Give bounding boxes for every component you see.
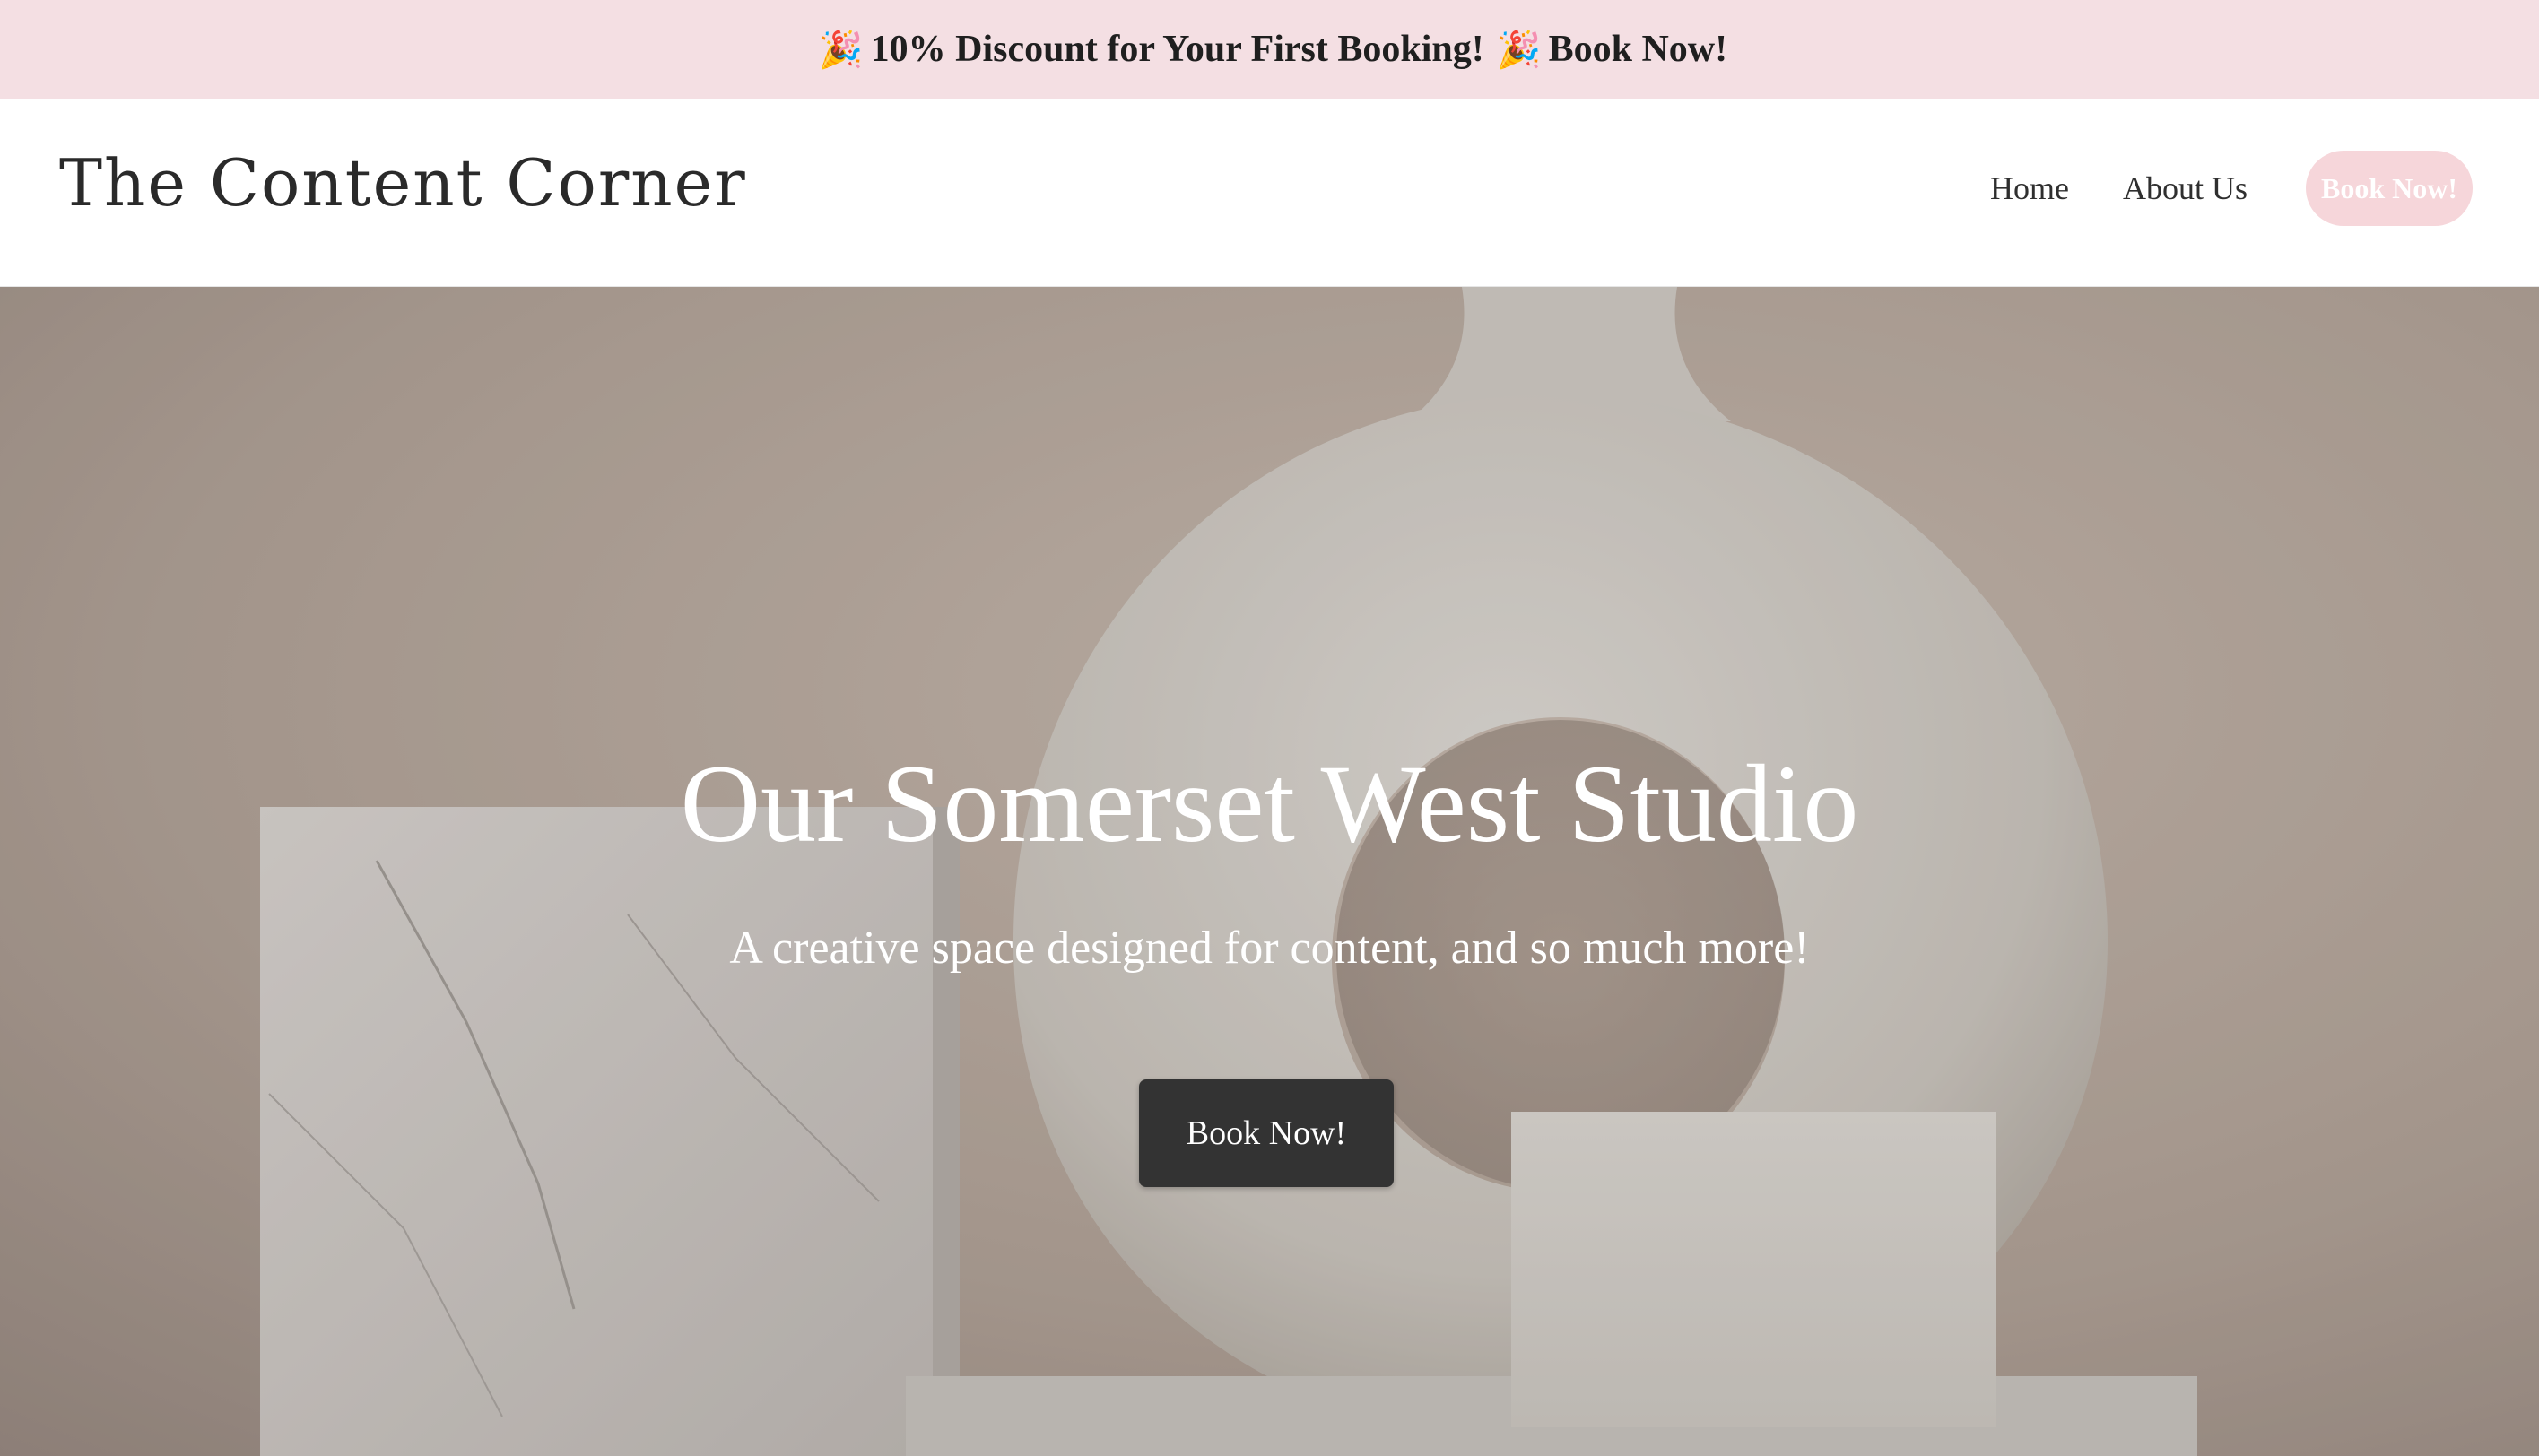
nav-link-home[interactable]: Home bbox=[1990, 169, 2069, 207]
hero-subtitle: A creative space designed for content, a… bbox=[729, 923, 1810, 974]
party-popper-icon: 🎉 bbox=[1496, 29, 1542, 70]
announcement-text: 10% Discount for Your First Booking! bbox=[870, 29, 1484, 70]
hero-overlay bbox=[0, 287, 2539, 1456]
hero-book-now-button[interactable]: Book Now! bbox=[1139, 1079, 1394, 1187]
party-popper-icon: 🎉 bbox=[818, 29, 864, 70]
site-header: The Content Corner Home About Us Book No… bbox=[0, 99, 2539, 287]
header-book-now-button[interactable]: Book Now! bbox=[2306, 151, 2473, 226]
hero-section: Our Somerset West Studio A creative spac… bbox=[0, 287, 2539, 1456]
nav-link-about-us[interactable]: About Us bbox=[2123, 169, 2248, 207]
site-logo[interactable]: The Content Corner bbox=[59, 145, 747, 221]
main-nav: Home About Us Book Now! bbox=[1990, 151, 2473, 226]
hero-title: Our Somerset West Studio bbox=[680, 742, 1859, 865]
announcement-cta[interactable]: Book Now! bbox=[1549, 28, 1728, 71]
announcement-bar[interactable]: 🎉 10% Discount for Your First Booking! 🎉… bbox=[0, 0, 2539, 99]
